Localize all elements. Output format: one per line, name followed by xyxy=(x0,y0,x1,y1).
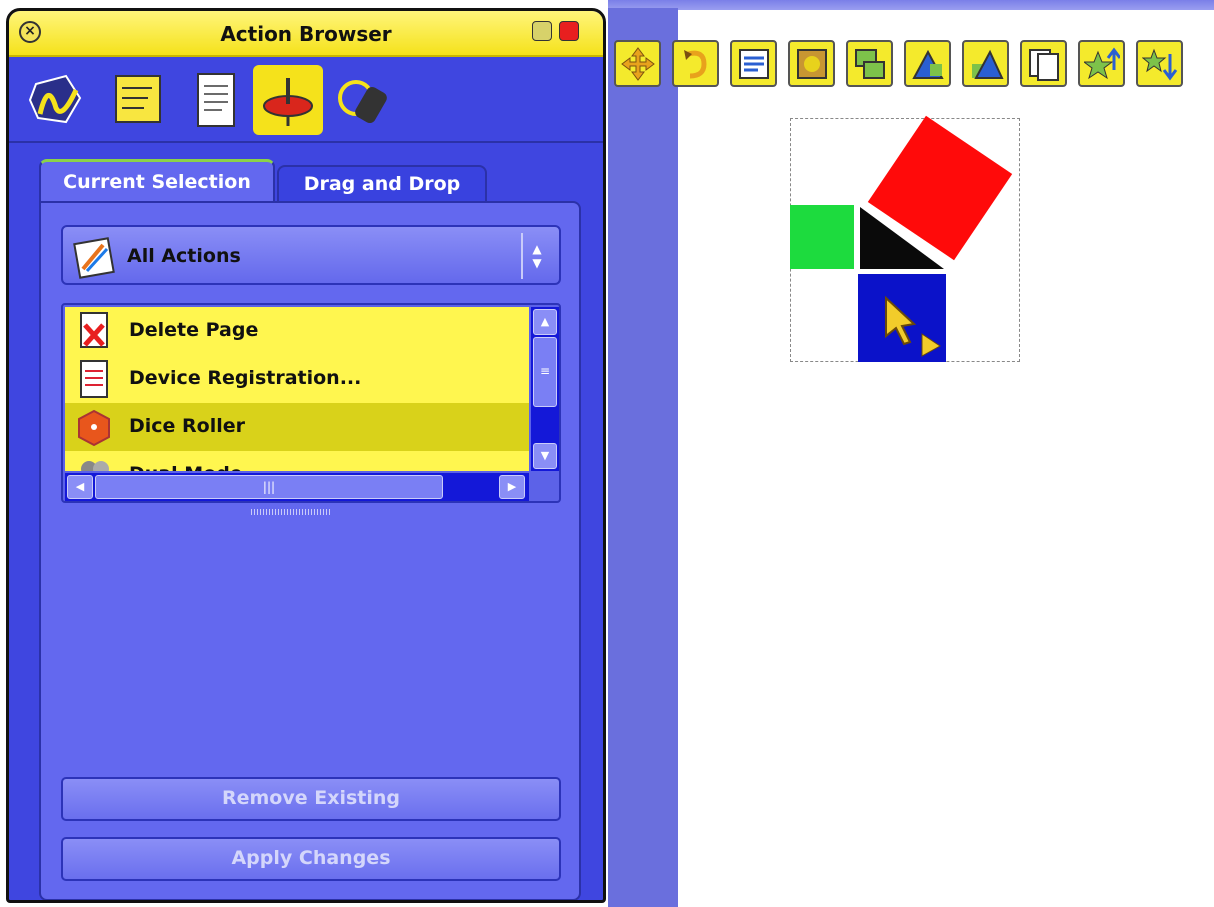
panel-title: Action Browser xyxy=(220,22,392,46)
list-item[interactable]: Dice Roller xyxy=(65,403,529,451)
list-item-label: Delete Page xyxy=(129,319,259,341)
send-to-back-icon[interactable] xyxy=(1136,40,1183,87)
group-icon[interactable] xyxy=(846,40,893,87)
page-browser-icon[interactable] xyxy=(181,65,251,135)
dropdown-selected-label: All Actions xyxy=(127,245,241,267)
properties-icon[interactable] xyxy=(730,40,777,87)
delete-page-icon xyxy=(80,312,108,348)
remove-existing-button[interactable]: Remove Existing xyxy=(61,777,561,821)
list-item-label: Device Registration... xyxy=(129,367,362,389)
actions-list-items: Delete Page Device Registration... Dice … xyxy=(65,307,529,471)
action-browser-panel: × Action Browser Current Selection Drag … xyxy=(6,8,606,903)
horizontal-scrollbar[interactable]: ◀ ||| ▶ xyxy=(65,473,529,501)
list-item[interactable]: Device Registration... xyxy=(65,355,529,403)
tab-drag-and-drop[interactable]: Drag and Drop xyxy=(277,165,487,203)
vertical-scrollbar[interactable]: ▲ ≡ ▼ xyxy=(531,307,559,471)
green-square[interactable] xyxy=(790,205,854,269)
rotate-icon[interactable] xyxy=(672,40,719,87)
send-backward-icon[interactable] xyxy=(962,40,1009,87)
black-triangle[interactable] xyxy=(860,205,946,271)
scroll-up-icon[interactable]: ▲ xyxy=(533,309,557,335)
duplicate-icon[interactable] xyxy=(1020,40,1067,87)
pin-icon[interactable] xyxy=(532,21,552,41)
apply-changes-button[interactable]: Apply Changes xyxy=(61,837,561,881)
panel-titlebar[interactable]: × Action Browser xyxy=(9,11,603,57)
panel-side-strip xyxy=(608,8,678,907)
blue-square[interactable] xyxy=(858,274,946,362)
scroll-right-icon[interactable]: ▶ xyxy=(499,475,525,499)
app-window: × Action Browser Current Selection Drag … xyxy=(0,0,1214,907)
exit-icon[interactable] xyxy=(559,21,579,41)
scroll-down-icon[interactable]: ▼ xyxy=(533,443,557,469)
list-item-label: Dual Mode xyxy=(129,463,243,471)
tab-current-selection[interactable]: Current Selection xyxy=(39,159,275,203)
dropdown-arrow-icon[interactable]: ▲ ▼ xyxy=(521,233,551,279)
browser-tool-tabs xyxy=(9,59,603,143)
fill-icon[interactable] xyxy=(788,40,835,87)
category-dropdown[interactable]: All Actions ▲ ▼ xyxy=(61,225,561,285)
horizontal-scroll-thumb[interactable]: ||| xyxy=(95,475,443,499)
pointer-icon xyxy=(885,295,941,357)
list-item[interactable]: Delete Page xyxy=(65,307,529,355)
notes-icon[interactable] xyxy=(103,65,173,135)
bring-to-front-icon[interactable] xyxy=(1078,40,1125,87)
actions-list[interactable]: Delete Page Device Registration... Dice … xyxy=(61,303,561,503)
dice-roller-icon xyxy=(78,409,110,447)
device-registration-icon xyxy=(80,360,108,398)
tab-content: All Actions ▲ ▼ Delete Page Device Regis… xyxy=(39,201,581,900)
top-border xyxy=(608,0,1214,10)
move-icon[interactable] xyxy=(614,40,661,87)
resize-grip[interactable] xyxy=(251,509,331,515)
resource-icon[interactable] xyxy=(327,65,397,135)
bring-forward-icon[interactable] xyxy=(904,40,951,87)
all-actions-icon xyxy=(73,237,115,279)
scroll-left-icon[interactable]: ◀ xyxy=(67,475,93,499)
list-item[interactable]: Dual Mode xyxy=(65,451,529,471)
action-browser-icon[interactable] xyxy=(253,65,323,135)
tabs-area: Current Selection Drag and Drop All Acti… xyxy=(39,159,581,900)
list-item-label: Dice Roller xyxy=(129,415,246,437)
pen-tools-icon[interactable] xyxy=(21,65,91,135)
vertical-scroll-thumb[interactable]: ≡ xyxy=(533,337,557,407)
dual-mode-icon xyxy=(81,461,109,471)
